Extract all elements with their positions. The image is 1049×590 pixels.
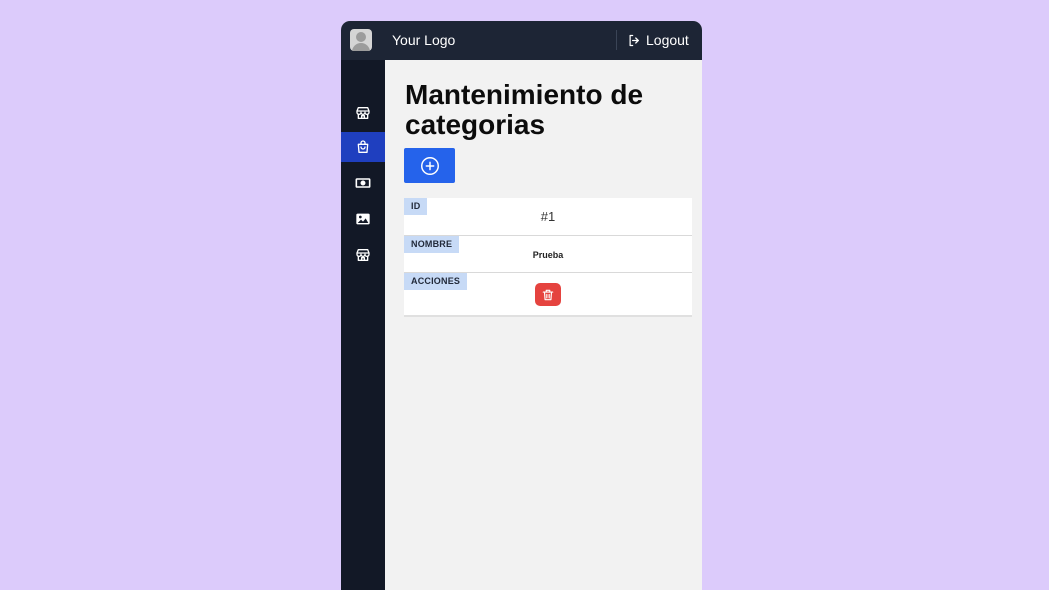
- page-title: Mantenimiento de categorias: [405, 79, 644, 140]
- trash-icon: [542, 289, 554, 300]
- id-value: #1: [540, 209, 556, 224]
- sidebar-item-store[interactable]: [341, 98, 385, 128]
- record-actions-row: ACCIONES: [404, 273, 692, 317]
- main-content: Mantenimiento de categorias ID #1 NOMBRE…: [385, 60, 702, 590]
- logout-button[interactable]: Logout: [627, 30, 689, 50]
- name-value: Prueba: [532, 250, 564, 260]
- delete-button[interactable]: [535, 283, 561, 306]
- logout-label: Logout: [646, 32, 689, 48]
- store-icon: [356, 249, 370, 261]
- actions-label: ACCIONES: [404, 273, 468, 290]
- record-name-row: NOMBRE Prueba: [404, 236, 692, 273]
- sidebar-item-images[interactable]: [341, 204, 385, 234]
- navbar-divider: [616, 30, 617, 50]
- top-navbar: Your Logo Logout: [341, 21, 702, 60]
- record-id-row: ID #1: [404, 198, 692, 236]
- image-icon: [356, 213, 370, 225]
- logout-icon: [629, 34, 639, 46]
- avatar-body-shape: [352, 43, 370, 51]
- avatar-head-shape: [356, 32, 366, 42]
- app-window: Your Logo Logout Mantenimiento de catego…: [341, 21, 702, 590]
- shopping-bag-icon: [357, 140, 369, 153]
- logo-text[interactable]: Your Logo: [392, 32, 455, 48]
- store-icon: [356, 107, 370, 119]
- sidebar-item-store-2[interactable]: [341, 240, 385, 270]
- add-category-button[interactable]: [404, 148, 455, 183]
- sidebar-item-categories[interactable]: [341, 132, 385, 162]
- plus-circle-icon: [420, 156, 439, 175]
- sidebar: [341, 60, 385, 590]
- cash-icon: [355, 178, 371, 188]
- avatar[interactable]: [350, 29, 372, 51]
- sidebar-item-payments[interactable]: [341, 168, 385, 198]
